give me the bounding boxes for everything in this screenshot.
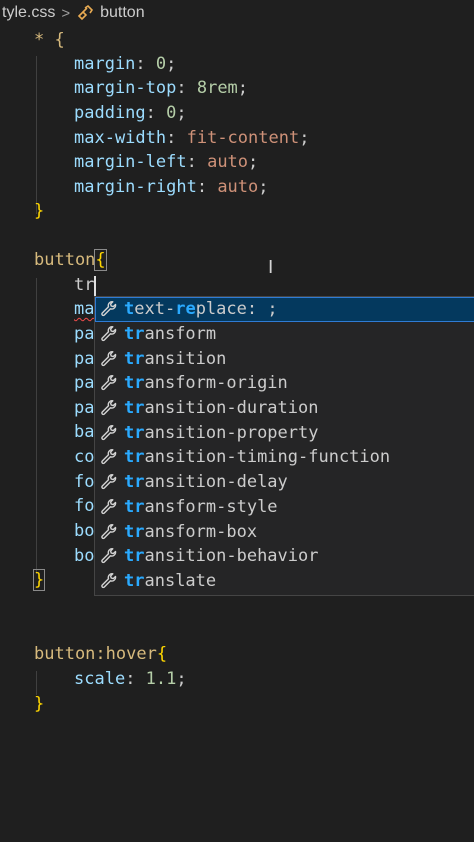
code-line-current: tr <box>74 275 95 295</box>
breadcrumb: tyle.css > button <box>0 0 474 26</box>
code-line: ma <box>74 299 95 319</box>
wrench-icon <box>100 374 118 392</box>
code-line: fo <box>74 472 95 492</box>
code-line: } <box>34 694 45 714</box>
wrench-icon <box>100 547 118 565</box>
text-cursor <box>94 276 96 296</box>
autocomplete-suggestions[interactable]: text-replace: ; transform transition tra… <box>94 296 474 596</box>
suggestion-item[interactable]: transition-duration <box>95 396 474 421</box>
code-line: margin-top: 8rem; <box>74 78 249 98</box>
breadcrumb-file[interactable]: tyle.css <box>2 4 55 22</box>
code-line: pa <box>74 398 95 418</box>
breadcrumb-separator: > <box>61 4 71 22</box>
wrench-icon <box>100 448 118 466</box>
code-line: margin-left: auto; <box>74 152 259 172</box>
code-line: fo <box>74 496 95 516</box>
code-line: button{ <box>34 249 107 271</box>
code-line: ba <box>74 422 95 442</box>
breadcrumb-symbol[interactable]: button <box>100 4 144 22</box>
code-line: bo <box>74 521 95 541</box>
wrench-icon <box>100 473 118 491</box>
code-line: } <box>32 569 46 591</box>
wrench-icon <box>100 325 118 343</box>
suggestion-item[interactable]: transition-delay <box>95 470 474 495</box>
indent-guide <box>36 278 37 574</box>
wrench-icon <box>100 399 118 417</box>
wrench-icon <box>100 498 118 516</box>
suggestion-item[interactable]: text-replace: ; <box>95 297 474 322</box>
suggestion-item[interactable]: transform <box>95 322 474 347</box>
code-line: margin: 0; <box>74 54 177 74</box>
code-line: margin-right: auto; <box>74 177 269 197</box>
code-line: co <box>74 447 95 467</box>
indent-guide <box>36 56 37 214</box>
code-line: button:hover{ <box>34 644 168 664</box>
code-line: bo <box>74 546 95 566</box>
suggestion-item[interactable]: transform-origin <box>95 371 474 396</box>
wrench-icon <box>100 424 118 442</box>
code-line: scale: 1.1; <box>74 669 187 689</box>
suggestion-item[interactable]: transform-style <box>95 495 474 520</box>
suggestion-item[interactable]: translate <box>95 569 474 594</box>
mouse-ibeam-icon: I <box>268 257 274 278</box>
code-line: pa <box>74 324 95 344</box>
code-line: pa <box>74 373 95 393</box>
wrench-icon <box>100 523 118 541</box>
suggestion-item[interactable]: transition-timing-function <box>95 445 474 470</box>
wrench-icon <box>100 350 118 368</box>
suggestion-item[interactable]: transition <box>95 346 474 371</box>
code-line: } <box>34 201 45 221</box>
code-line: * { <box>34 30 65 50</box>
suggestion-item[interactable]: transition-property <box>95 420 474 445</box>
wrench-icon <box>100 300 118 318</box>
wrench-icon <box>100 572 118 590</box>
suggestion-item[interactable]: transform-box <box>95 519 474 544</box>
code-line: pa <box>74 349 95 369</box>
code-line: padding: 0; <box>74 103 187 123</box>
suggestion-item[interactable]: transition-behavior <box>95 544 474 569</box>
symbol-class-icon <box>76 4 94 22</box>
code-line: max-width: fit-content; <box>74 128 310 148</box>
